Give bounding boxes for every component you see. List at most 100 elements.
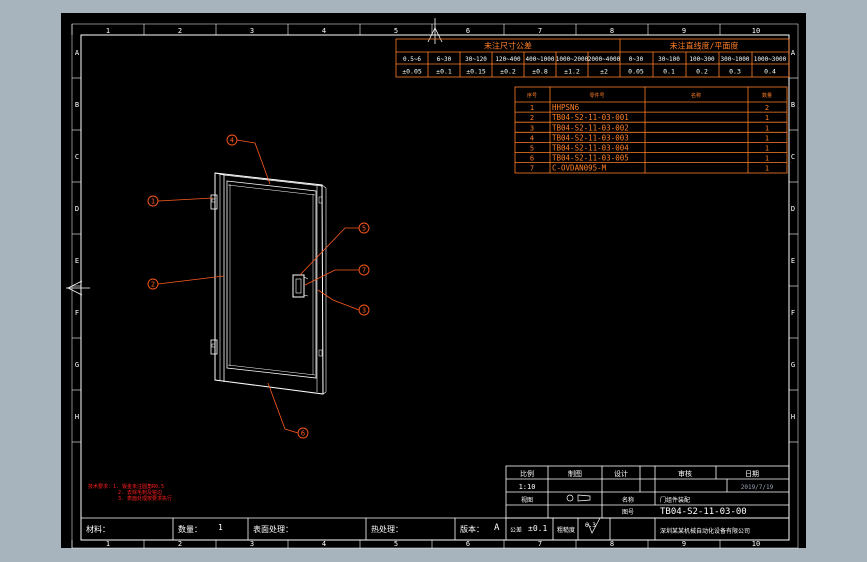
bom-part-number: C-OVDAN095-M	[552, 164, 607, 173]
balloon-number: 2	[151, 281, 155, 289]
tb-name-value: 门组件装配	[660, 496, 690, 504]
tolerance-value-cell: ±1.2	[564, 68, 580, 76]
cad-drawing-canvas[interactable]: 1 2 3 4 5 6 7 8 9 10 1 2 3 4 5 6 7 8 9 10 ABCDEFGH ABCDEFG…	[0, 0, 867, 562]
border-number-top: 5	[394, 27, 398, 35]
balloon-number: 3	[362, 307, 366, 315]
border-letter-left: C	[75, 153, 79, 161]
note-line-2: 2. 去除毛刺及锐边	[118, 489, 162, 496]
tolerance-linear-title: 未注尺寸公差	[484, 41, 532, 51]
border-number-top: 9	[682, 27, 686, 35]
balloon-number: 5	[362, 225, 366, 233]
tolerance-range-cell: 6~30	[437, 56, 452, 63]
tb-version-value: A	[494, 523, 500, 533]
tolerance-value-cell: ±0.1	[436, 68, 452, 76]
tb-tolerance-value: ±0.1	[528, 524, 547, 533]
bom-header-cell: 序号	[527, 92, 537, 99]
border-number-top: 7	[538, 27, 542, 35]
flatness-range-cell: 300~1000	[721, 56, 750, 63]
bom-part-number: HHPSN6	[552, 103, 580, 112]
border-number-top: 10	[752, 27, 760, 35]
tb-projection-label: 视图	[521, 496, 533, 504]
bom-quantity: 1	[765, 114, 769, 122]
flatness-value-cell: 0.05	[628, 68, 644, 76]
border-number-top: 2	[178, 27, 182, 35]
flatness-value-cell: 0.2	[696, 68, 708, 76]
tolerance-range-cell: 1000~2000	[556, 56, 589, 63]
flatness-range-cell: 0~30	[629, 56, 644, 63]
border-number-top: 3	[250, 27, 254, 35]
border-number-bottom: 9	[682, 540, 686, 548]
border-letter-right: B	[791, 101, 795, 109]
bom-part-number: TB04-S2-11-03-002	[552, 123, 629, 132]
bom-quantity: 1	[765, 145, 769, 153]
tolerance-value-cell: ±0.2	[500, 68, 516, 76]
border-letter-left: E	[75, 257, 79, 265]
border-number-top: 8	[610, 27, 614, 35]
tolerance-value-cell: ±2	[600, 68, 608, 76]
border-letter-right: F	[791, 309, 795, 317]
tb-version-label: 版本：	[460, 524, 484, 534]
tolerance-value-cell: ±0.8	[532, 68, 548, 76]
tb-quantity-value: 1	[218, 523, 223, 532]
border-letter-left: G	[75, 361, 79, 369]
tb-company: 深圳某某机械自动化设备有限公司	[660, 527, 750, 535]
border-number-bottom: 4	[322, 540, 326, 548]
bom-header-cell: 名称	[691, 92, 701, 99]
bom-item-number: 7	[530, 165, 534, 173]
border-number-bottom: 1	[106, 540, 110, 548]
bom-part-number: TB04-S2-11-03-001	[552, 113, 629, 122]
bom-quantity: 1	[765, 134, 769, 142]
tolerance-range-cell: 30~120	[465, 56, 487, 63]
border-number-bottom: 3	[250, 540, 254, 548]
border-number-top: 6	[466, 27, 470, 35]
tb-date-value: 2019/7/19	[741, 484, 774, 491]
tolerance-value-cell: ±0.05	[402, 68, 422, 76]
bom-part-number: TB04-S2-11-03-005	[552, 154, 629, 163]
flatness-range-cell: 1000~3000	[754, 56, 787, 63]
tb-heat-label: 热处理：	[371, 524, 403, 534]
bom-item-number: 6	[530, 155, 534, 163]
note-line-3: 3. 表面处理按要求执行	[118, 495, 172, 502]
note-line-1: 技术要求：1. 钣金未注圆角R0.5	[88, 483, 164, 490]
tolerance-range-cell: 0.5~6	[403, 56, 421, 63]
tb-material-label: 材料：	[86, 524, 110, 534]
balloon-number: 1	[151, 198, 155, 206]
flatness-value-cell: 0.4	[764, 68, 776, 76]
bom-quantity: 1	[765, 124, 769, 132]
border-letter-right: H	[791, 413, 795, 421]
border-number-top: 1	[106, 27, 110, 35]
tb-drawing-no-value: TB04-S2-11-03-00	[660, 507, 747, 517]
border-letter-left: B	[75, 101, 79, 109]
bom-header-cell: 零件号	[589, 92, 604, 99]
border-letter-left: D	[75, 205, 79, 213]
bom-item-number: 5	[530, 145, 534, 153]
tb-date-label: 日期	[745, 470, 759, 478]
tolerance-flatness-title: 未注直线度/平面度	[670, 41, 739, 51]
bom-quantity: 2	[765, 104, 769, 112]
tb-drawing-no-label: 图号	[622, 509, 634, 516]
flatness-range-cell: 100~300	[689, 56, 715, 63]
balloon-number: 7	[362, 267, 366, 275]
border-letter-right: D	[791, 205, 795, 213]
balloon-number: 6	[301, 430, 305, 438]
bom-item-number: 3	[530, 124, 534, 132]
tolerance-range-cell: 120~400	[495, 56, 521, 63]
border-number-top: 4	[322, 27, 326, 35]
tolerance-value-cell: ±0.15	[466, 68, 486, 76]
flatness-value-cell: 0.1	[663, 68, 675, 76]
balloon-number: 4	[230, 137, 234, 145]
border-number-bottom: 5	[394, 540, 398, 548]
border-number-bottom: 10	[752, 540, 760, 548]
bom-part-number: TB04-S2-11-03-004	[552, 144, 629, 153]
tb-surface-label: 表面处理：	[253, 524, 293, 534]
flatness-range-cell: 30~100	[658, 56, 680, 63]
tb-scale-value: 1:10	[519, 483, 536, 491]
border-letter-right: E	[791, 257, 795, 265]
bom-quantity: 1	[765, 165, 769, 173]
border-number-bottom: 8	[610, 540, 614, 548]
border-number-bottom: 7	[538, 540, 542, 548]
bom-header-cell: 数量	[762, 92, 772, 99]
bom-part-number: TB04-S2-11-03-003	[552, 133, 629, 142]
bom-item-number: 1	[530, 104, 534, 112]
tb-check-label: 审核	[678, 469, 692, 478]
